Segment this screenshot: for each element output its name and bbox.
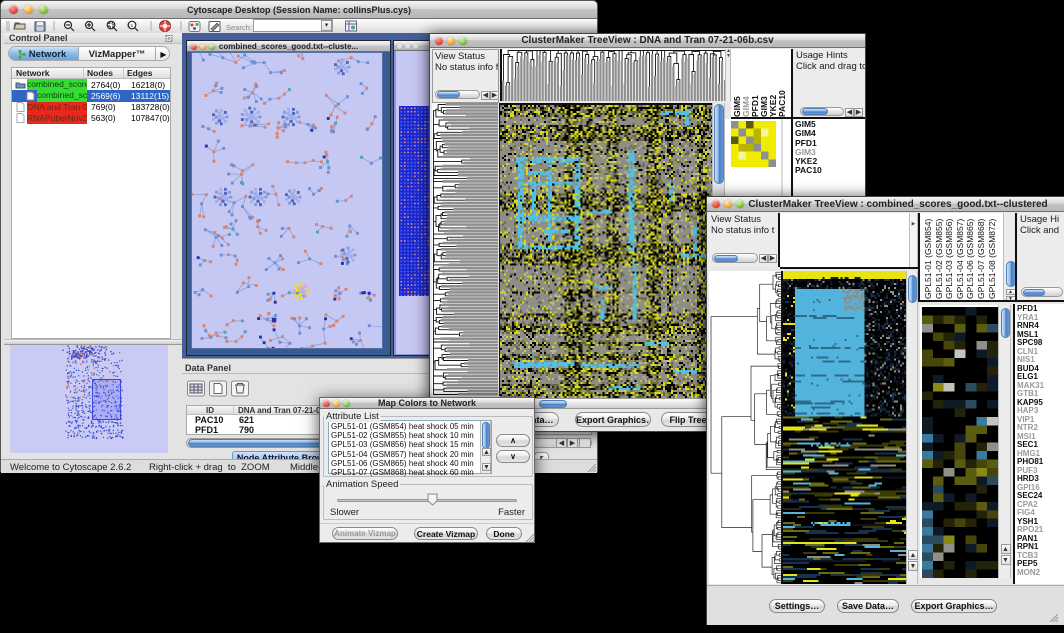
svg-text:1:1: 1:1 (127, 23, 134, 28)
